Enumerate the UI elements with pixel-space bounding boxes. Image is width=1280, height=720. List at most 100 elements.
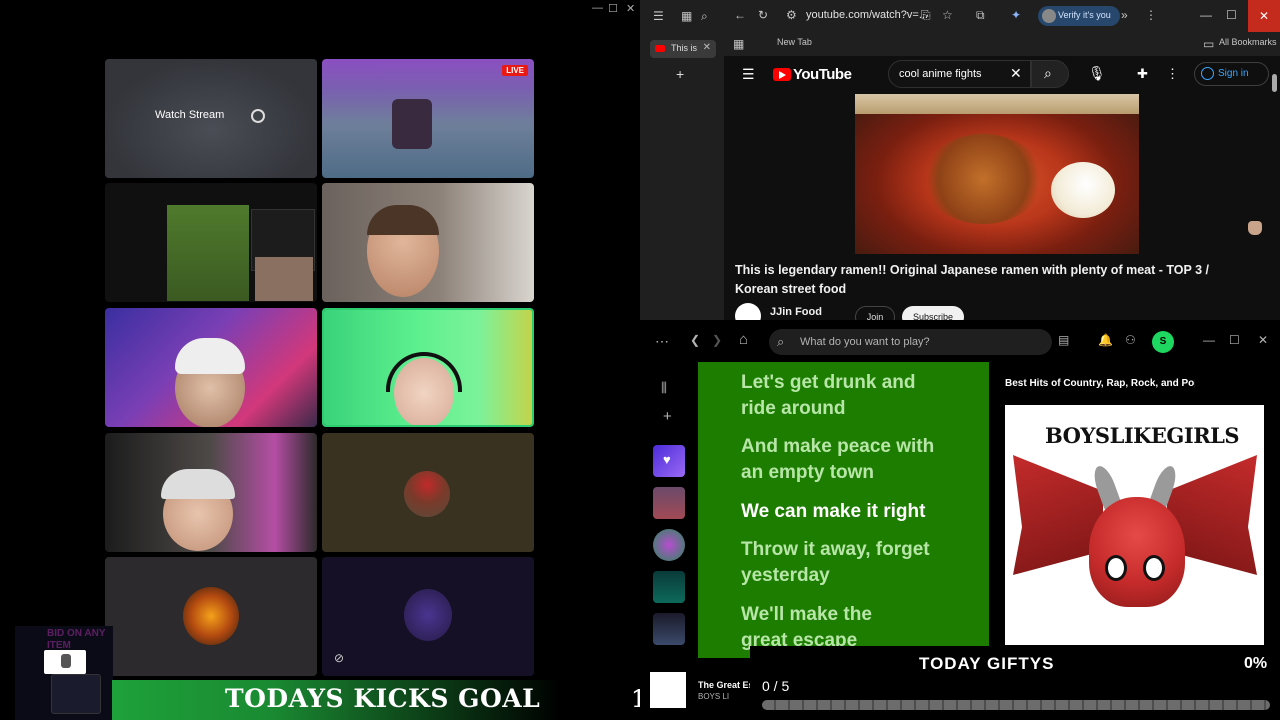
close-icon[interactable]: ✕ <box>1258 333 1268 347</box>
sign-in-button[interactable]: Sign in <box>1194 62 1269 86</box>
scrollbar-thumb[interactable] <box>1272 74 1277 92</box>
gift-goal-percent: 0% <box>1244 655 1268 672</box>
video-tile-8-audio[interactable] <box>322 433 534 552</box>
voice-search-icon[interactable]: 🎙 <box>1088 65 1106 82</box>
menu-kebab-icon[interactable]: ⋮ <box>1145 8 1157 22</box>
extension-puzzle-icon[interactable]: ✚ <box>1137 66 1148 82</box>
channel-avatar[interactable] <box>735 303 761 320</box>
account-icon <box>1201 67 1214 80</box>
back-icon[interactable]: ← <box>734 8 746 22</box>
video-tile-7[interactable] <box>105 433 317 552</box>
settings-kebab-icon[interactable]: ⋮ <box>1166 66 1179 82</box>
album-art-text: BOYSLIKEGIRLS <box>1045 423 1240 448</box>
close-icon[interactable]: ✕ <box>626 2 635 15</box>
now-playing-title[interactable]: The Great Es <box>698 680 754 690</box>
gift-goal-count: 0 / 5 <box>762 678 790 694</box>
minimize-icon[interactable]: — <box>1200 8 1212 22</box>
notifications-icon[interactable]: 🔔 <box>1098 333 1113 347</box>
video-tile-2[interactable]: LIVE <box>322 59 534 178</box>
bowl-rim <box>855 94 1139 114</box>
liked-songs-item[interactable]: ♥ <box>653 445 685 477</box>
all-bookmarks[interactable]: All Bookmarks <box>1219 37 1277 47</box>
subscribe-button[interactable]: Subscribe <box>902 306 964 320</box>
game-character <box>392 99 432 149</box>
ramen-egg <box>1051 162 1115 218</box>
search-placeholder[interactable]: What do you want to play? <box>800 336 930 348</box>
extensions-icon[interactable]: ⧉ <box>976 8 985 23</box>
join-button[interactable]: Join <box>855 306 895 320</box>
close-button[interactable]: ✕ <box>1248 0 1280 32</box>
install-icon[interactable]: ⎘ <box>921 8 931 23</box>
video-tile-3[interactable] <box>105 183 317 302</box>
gift-goal-progress <box>762 700 1270 710</box>
forward-icon[interactable]: ❯ <box>712 333 722 347</box>
maximize-icon[interactable]: ☐ <box>608 2 618 15</box>
bookmark-star-icon[interactable]: ☆ <box>942 8 953 22</box>
youtube-favicon <box>655 45 665 52</box>
library-artist-1[interactable] <box>653 529 685 561</box>
search-icon: ⌕ <box>1044 65 1052 81</box>
devil-eye-right <box>1143 555 1165 581</box>
new-tab-button[interactable]: + <box>676 66 684 82</box>
library-playlist-3[interactable] <box>653 613 685 645</box>
call-window: — ☐ ✕ Watch Stream LIVE ⊘ BID ON ANY ITE… <box>0 0 698 720</box>
library-playlist-1[interactable] <box>653 487 685 519</box>
minimize-icon[interactable]: — <box>592 2 603 14</box>
video-tile-4[interactable] <box>322 183 534 302</box>
maximize-icon[interactable]: ☐ <box>1226 8 1237 22</box>
reload-icon[interactable]: ↻ <box>758 8 768 22</box>
search-button[interactable]: ⌕ <box>1031 60 1069 88</box>
minimize-icon[interactable]: — <box>1203 333 1215 347</box>
channel-name[interactable]: JJin Food <box>770 306 822 318</box>
profile-avatar[interactable]: S <box>1152 331 1174 353</box>
sidebar-icon[interactable]: ☰ <box>653 9 664 23</box>
search-icon: ⌕ <box>777 334 785 349</box>
gemini-icon[interactable]: ✦ <box>1011 8 1021 22</box>
bookmark-new-tab[interactable]: New Tab <box>777 37 812 47</box>
address-bar[interactable]: youtube.com/watch?v=... <box>806 9 928 21</box>
tab-grid-icon[interactable]: ▦ <box>681 9 692 23</box>
video-player[interactable] <box>855 94 1139 254</box>
verify-button[interactable]: Verify it's you <box>1038 6 1120 26</box>
watch-icon[interactable] <box>251 109 265 123</box>
phone-image <box>51 674 101 714</box>
now-playing-artist[interactable]: BOYS LI <box>698 692 729 701</box>
youtube-logo-text[interactable]: YouTube <box>793 66 852 83</box>
friend-activity-icon[interactable]: ⚇ <box>1125 333 1136 347</box>
bookmarks-bar: ▦ New Tab ▭ All Bookmarks <box>640 32 1280 56</box>
browse-icon[interactable]: ▤ <box>1058 333 1069 347</box>
video-tile-9-audio[interactable] <box>105 557 317 676</box>
hamburger-menu-icon[interactable]: ☰ <box>742 66 755 83</box>
profile-avatar <box>1042 9 1056 23</box>
tab-youtube[interactable]: This is ✕ <box>650 40 716 58</box>
lyric-line[interactable]: Throw it away, forget yesterday <box>741 537 951 589</box>
create-playlist-icon[interactable]: + <box>663 408 672 425</box>
ramen-meat <box>923 134 1043 224</box>
library-icon[interactable]: ⫼ <box>661 380 667 396</box>
tab-search-icon[interactable]: ⌕ <box>701 9 708 24</box>
watch-stream-button[interactable]: Watch Stream <box>155 109 224 121</box>
live-badge: LIVE <box>502 65 528 76</box>
video-tile-6-speaking[interactable] <box>322 308 534 427</box>
library-playlist-2[interactable] <box>653 571 685 603</box>
clear-search-icon[interactable]: ✕ <box>1010 65 1022 82</box>
apps-icon[interactable]: ▦ <box>733 37 744 51</box>
back-icon[interactable]: ❮ <box>690 333 700 347</box>
lyric-line[interactable]: Let's get drunk and ride around <box>741 370 941 422</box>
now-playing-art[interactable] <box>650 672 686 708</box>
video-tile-10-audio[interactable]: ⊘ <box>322 557 534 676</box>
maximize-icon[interactable]: ☐ <box>1229 333 1240 347</box>
spotify-menu-icon[interactable]: ⋯ <box>655 333 669 350</box>
more-extensions-icon[interactable]: » <box>1121 8 1128 22</box>
video-tile-1[interactable]: Watch Stream <box>105 59 317 178</box>
site-info-icon[interactable]: ⚙ <box>786 8 797 22</box>
watch-image <box>61 654 71 668</box>
lyric-line-current[interactable]: We can make it right <box>741 499 981 525</box>
now-playing-context[interactable]: Best Hits of Country, Rap, Rock, and Pop <box>1005 378 1195 389</box>
search-value[interactable]: cool anime fights <box>899 68 982 80</box>
lyric-line[interactable]: And make peace with an empty town <box>741 434 951 486</box>
verify-label: Verify it's you <box>1058 10 1111 20</box>
video-tile-5[interactable] <box>105 308 317 427</box>
tab-close-icon[interactable]: ✕ <box>703 42 711 53</box>
home-icon[interactable]: ⌂ <box>739 331 748 348</box>
